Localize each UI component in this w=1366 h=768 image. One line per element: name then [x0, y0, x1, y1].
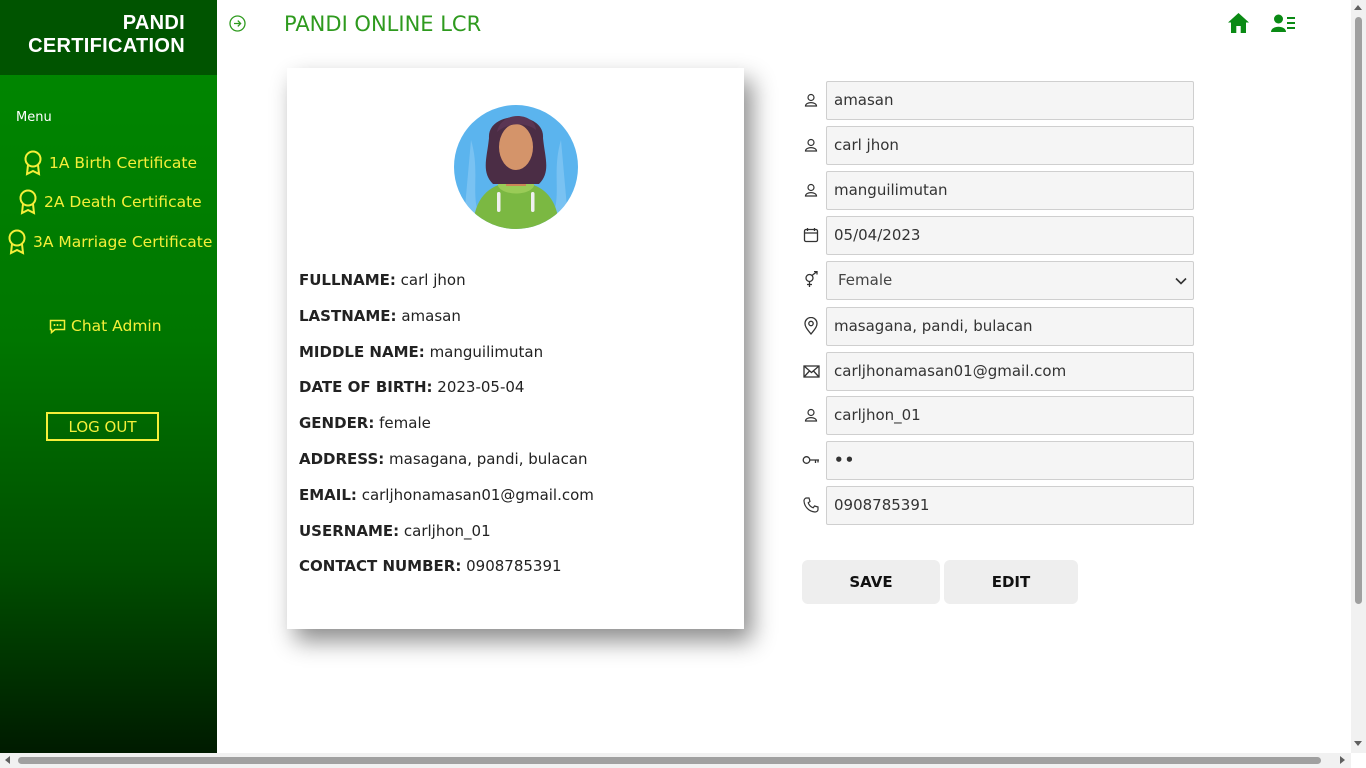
address-row: masagana, pandi, bulacan: [802, 307, 1194, 346]
home-icon[interactable]: [1227, 12, 1250, 38]
birthdate-row: 05/04/2023: [802, 216, 1194, 255]
middlename-row: manguilimutan: [802, 171, 1194, 210]
firstname-row: carl jhon: [802, 126, 1194, 165]
award-icon: [19, 189, 37, 215]
password-field[interactable]: ••: [826, 441, 1194, 480]
field-value: amasan: [401, 306, 461, 325]
vertical-scroll-thumb[interactable]: [1355, 17, 1362, 604]
scroll-down-arrow-icon[interactable]: [1354, 741, 1362, 746]
lastname-field[interactable]: amasan: [826, 81, 1194, 120]
arrow-right-circle-icon[interactable]: [229, 15, 246, 36]
key-icon: [802, 451, 820, 469]
field-label: MIDDLE NAME:: [299, 342, 425, 361]
field-label: LASTNAME:: [299, 306, 397, 325]
sidebar-item-birth-certificate[interactable]: 1A Birth Certificate: [23, 150, 197, 176]
gender-row: Female: [802, 261, 1194, 300]
brand-line-2: CERTIFICATION: [28, 35, 185, 57]
scroll-up-arrow-icon[interactable]: [1354, 5, 1362, 10]
profile-row-birthdate: DATE OF BIRTH: 2023-05-04: [299, 376, 594, 412]
calendar-icon: [802, 226, 820, 244]
chat-icon: [49, 319, 66, 334]
vertical-scrollbar[interactable]: [1351, 0, 1366, 753]
avatar: [453, 100, 579, 234]
email-field[interactable]: carljhonamasan01@gmail.com: [826, 352, 1194, 391]
brand-header: PANDI CERTIFICATION: [0, 0, 217, 75]
field-label: CONTACT NUMBER:: [299, 557, 462, 576]
chevron-down-icon: [1175, 277, 1187, 285]
profile-info: FULLNAME: carl jhon LASTNAME: amasan MID…: [299, 269, 594, 591]
lastname-row: amasan: [802, 81, 1194, 120]
sidebar-item-death-certificate[interactable]: 2A Death Certificate: [18, 189, 202, 215]
password-row: ••: [802, 441, 1194, 480]
envelope-icon: [802, 362, 820, 380]
profile-row-contact: CONTACT NUMBER: 0908785391: [299, 555, 594, 591]
field-value: female: [379, 414, 431, 433]
horizontal-scrollbar[interactable]: [0, 753, 1351, 768]
field-value: 2023-05-04: [437, 378, 525, 397]
gender-selected-value: Female: [838, 271, 893, 289]
brand-line-1: PANDI: [122, 12, 185, 34]
profile-card: FULLNAME: carl jhon LASTNAME: amasan MID…: [287, 68, 744, 629]
profile-row-fullname: FULLNAME: carl jhon: [299, 269, 594, 305]
profile-row-middlename: MIDDLE NAME: manguilimutan: [299, 341, 594, 377]
award-icon: [8, 229, 26, 255]
username-row: carljhon_01: [802, 396, 1194, 435]
field-value: carljhonamasan01@gmail.com: [361, 485, 594, 504]
logout-button[interactable]: LOG OUT: [46, 412, 159, 441]
profile-row-gender: GENDER: female: [299, 412, 594, 448]
chat-admin-label: Chat Admin: [71, 317, 162, 335]
firstname-field[interactable]: carl jhon: [826, 126, 1194, 165]
gender-icon: [802, 271, 820, 289]
sidebar: PANDI CERTIFICATION Menu 1A Birth Certif…: [0, 0, 217, 753]
field-value: 0908785391: [466, 557, 562, 576]
address-field[interactable]: masagana, pandi, bulacan: [826, 307, 1194, 346]
field-label: EMAIL:: [299, 485, 357, 504]
brand-title: PANDI CERTIFICATION: [28, 12, 185, 58]
phone-icon: [802, 496, 820, 514]
field-value: manguilimutan: [429, 342, 544, 361]
award-icon: [24, 150, 42, 176]
sidebar-item-marriage-certificate[interactable]: 3A Marriage Certificate: [7, 229, 212, 255]
email-row: carljhonamasan01@gmail.com: [802, 352, 1194, 391]
field-value: masagana, pandi, bulacan: [389, 449, 588, 468]
sidebar-item-label: 3A Marriage Certificate: [33, 233, 213, 251]
field-value: carl jhon: [400, 271, 466, 289]
field-label: FULLNAME:: [299, 271, 396, 289]
scroll-right-arrow-icon[interactable]: [1340, 756, 1345, 764]
user-icon: [802, 91, 820, 109]
profile-row-email: EMAIL: carljhonamasan01@gmail.com: [299, 484, 594, 520]
birthdate-field[interactable]: 05/04/2023: [826, 216, 1194, 255]
location-pin-icon: [802, 317, 820, 335]
gender-select[interactable]: Female: [826, 261, 1194, 300]
field-label: USERNAME:: [299, 521, 400, 540]
field-label: ADDRESS:: [299, 449, 385, 468]
field-label: DATE OF BIRTH:: [299, 378, 433, 397]
page-title: PANDI ONLINE LCR: [284, 12, 482, 36]
user-icon: [802, 406, 820, 424]
menu-title: Menu: [16, 110, 52, 125]
scroll-left-arrow-icon[interactable]: [5, 756, 10, 764]
middlename-field[interactable]: manguilimutan: [826, 171, 1194, 210]
edit-button[interactable]: EDIT: [944, 560, 1078, 604]
chat-admin-link[interactable]: Chat Admin: [49, 317, 162, 335]
profile-row-address: ADDRESS: masagana, pandi, bulacan: [299, 448, 594, 484]
contact-row: 0908785391: [802, 486, 1194, 525]
sidebar-item-label: 2A Death Certificate: [44, 193, 202, 211]
username-field[interactable]: carljhon_01: [826, 396, 1194, 435]
user-icon: [802, 181, 820, 199]
save-button[interactable]: SAVE: [802, 560, 940, 604]
profile-row-lastname: LASTNAME: amasan: [299, 305, 594, 341]
profile-row-username: USERNAME: carljhon_01: [299, 520, 594, 556]
horizontal-scroll-thumb[interactable]: [18, 757, 1321, 764]
contact-field[interactable]: 0908785391: [826, 486, 1194, 525]
field-label: GENDER:: [299, 414, 375, 433]
field-value: carljhon_01: [403, 521, 491, 540]
user-icon: [802, 136, 820, 154]
user-list-icon[interactable]: [1271, 14, 1296, 37]
sidebar-item-label: 1A Birth Certificate: [49, 154, 198, 172]
